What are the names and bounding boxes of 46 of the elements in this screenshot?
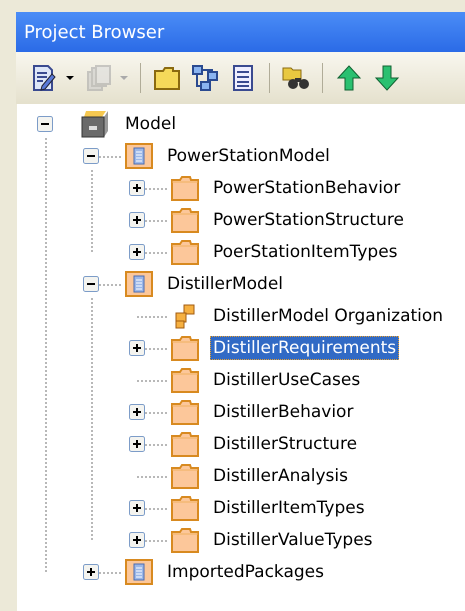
collapse-toggle[interactable] <box>83 148 99 164</box>
tree-item[interactable]: Model <box>122 112 180 136</box>
folder-icon <box>170 494 200 522</box>
tree-item[interactable]: PoerStationItemTypes <box>210 240 401 264</box>
expand-toggle[interactable] <box>129 532 145 548</box>
tree-item[interactable]: DistillerModel <box>164 272 286 296</box>
expand-toggle[interactable] <box>129 500 145 516</box>
up-arrow-icon[interactable] <box>335 64 363 92</box>
tree-item[interactable]: ImportedPackages <box>164 560 327 584</box>
collapse-toggle[interactable] <box>37 116 53 132</box>
tree-item[interactable]: DistillerStructure <box>210 432 360 456</box>
folder-icon <box>170 206 200 234</box>
tree-item[interactable]: PowerStationStructure <box>210 208 407 232</box>
edit-document-icon[interactable] <box>30 64 74 92</box>
expand-toggle[interactable] <box>129 436 145 452</box>
folder-icon <box>170 174 200 202</box>
package-icon <box>124 270 154 298</box>
expand-toggle[interactable] <box>129 180 145 196</box>
tree-item[interactable]: PowerStationBehavior <box>210 176 404 200</box>
tree-item[interactable]: DistillerAnalysis <box>210 464 351 488</box>
folder-icon[interactable] <box>153 64 181 92</box>
expand-toggle[interactable] <box>129 212 145 228</box>
collapse-toggle[interactable] <box>83 276 99 292</box>
folder-icon <box>170 398 200 426</box>
expand-toggle[interactable] <box>129 340 145 356</box>
tree-item[interactable]: DistillerValueTypes <box>210 528 376 552</box>
folder-icon <box>170 430 200 458</box>
tree-item[interactable]: DistillerRequirements <box>210 336 400 360</box>
folder-icon <box>170 462 200 490</box>
down-arrow-icon[interactable] <box>373 64 401 92</box>
folder-icon <box>170 526 200 554</box>
folder-icon <box>170 334 200 362</box>
tree-item[interactable]: PowerStationModel <box>164 144 333 168</box>
package-icon <box>124 558 154 586</box>
tree-item[interactable]: DistillerUseCases <box>210 368 364 392</box>
tree-item[interactable]: DistillerModel Organization <box>210 304 446 328</box>
package-icon <box>124 142 154 170</box>
expand-toggle[interactable] <box>83 564 99 580</box>
panel-title: Project Browser <box>24 22 164 42</box>
folder-icon <box>170 238 200 266</box>
tree-item[interactable]: DistillerItemTypes <box>210 496 368 520</box>
hierarchy-icon[interactable] <box>191 64 219 92</box>
tree-item[interactable]: DistillerBehavior <box>210 400 356 424</box>
expand-toggle[interactable] <box>129 404 145 420</box>
folder-icon <box>170 366 200 394</box>
expand-toggle[interactable] <box>129 244 145 260</box>
